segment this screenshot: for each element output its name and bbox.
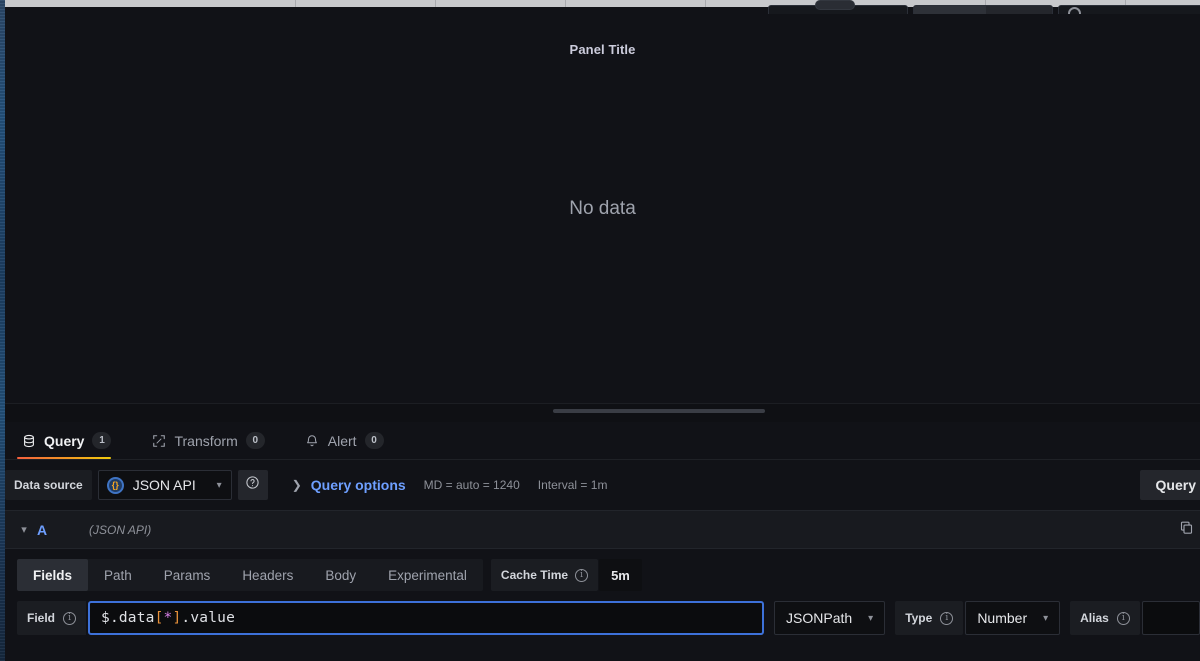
tab-alert-label: Alert (327, 432, 357, 449)
cache-time-label-text: Cache Time (500, 568, 569, 582)
panel-no-data-message: No data (569, 197, 636, 219)
datasource-picker[interactable]: {} JSON API ▾ (97, 470, 232, 500)
field-label-text: Field (27, 611, 56, 625)
chevron-down-icon: ▾ (1043, 612, 1049, 624)
query-tab-fields[interactable]: Fields (17, 559, 89, 591)
bell-icon (305, 433, 320, 448)
query-tab-params[interactable]: Params (148, 559, 227, 591)
cache-time-label: Cache Time i (490, 559, 599, 591)
field-value-suffix: .value (181, 610, 236, 626)
query-ref-id[interactable]: A (37, 522, 71, 538)
field-value-star: * (163, 610, 173, 626)
top-chrome-strip (5, 0, 1200, 14)
field-language-value: JSONPath (786, 610, 853, 626)
query-editor-tab-group: Fields Path Params Headers Body Experime… (17, 559, 483, 591)
json-api-icon: {} (106, 476, 124, 494)
chevron-down-icon: ▾ (216, 479, 222, 491)
cache-time-input[interactable]: 5m (599, 559, 642, 591)
type-label: Type i (895, 601, 964, 635)
tab-query-label: Query (44, 432, 85, 449)
field-type-select[interactable]: Number ▾ (965, 601, 1061, 635)
datasource-help-button[interactable] (237, 470, 268, 500)
query-editor-card: ▾ A (JSON API) Fields Path Params Header… (5, 510, 1200, 661)
info-circle-icon[interactable]: i (63, 611, 77, 625)
field-value-close-bracket: ] (172, 610, 182, 626)
alias-label: Alias i (1070, 601, 1140, 635)
cut-off-toolbar-button-1[interactable] (768, 0, 908, 14)
tab-query[interactable]: Query 1 (17, 422, 125, 459)
info-circle-icon[interactable]: i (940, 611, 954, 625)
field-label: Field i (17, 601, 87, 635)
tab-alert[interactable]: Alert 0 (301, 422, 398, 459)
tab-alert-count: 0 (364, 432, 384, 449)
tab-query-count: 1 (92, 432, 112, 449)
tab-transform[interactable]: Transform 0 (147, 422, 278, 459)
chevron-down-icon: ▾ (868, 612, 874, 624)
datasource-picker-value: JSON API (132, 477, 196, 493)
chevron-down-icon[interactable]: ▾ (11, 523, 37, 536)
app-screen: Panel Title No data Query 1 Transform 0 … (0, 0, 1200, 661)
field-value-prefix: $.data (101, 610, 155, 626)
info-circle-icon[interactable]: i (1116, 611, 1130, 625)
field-config-row: Field i $.data[*] .value JSONPath ▾ Type … (17, 601, 1200, 635)
field-language-select[interactable]: JSONPath ▾ (774, 601, 886, 635)
datasource-label: Data source (5, 470, 92, 500)
cut-off-toolbar-button-3[interactable] (1058, 5, 1200, 14)
panel-preview: Panel Title No data (5, 14, 1200, 404)
datasource-row: Data source {} JSON API ▾ ❯ Query option… (5, 460, 1200, 510)
transform-icon (151, 433, 166, 448)
query-datasource-name: (JSON API) (89, 522, 152, 537)
query-editor-body: Fields Path Params Headers Body Experime… (5, 549, 1200, 635)
bottom-pane-tabs: Query 1 Transform 0 Alert 0 (5, 422, 1200, 460)
field-jsonpath-input[interactable]: $.data[*] .value (88, 601, 765, 635)
tab-transform-label: Transform (174, 432, 238, 449)
panel-resize-handle[interactable] (553, 409, 765, 413)
query-options-label: Query options (310, 477, 406, 493)
query-inspector-button[interactable]: Query (1139, 470, 1200, 500)
tab-transform-count: 0 (245, 432, 265, 449)
chevron-right-icon: ❯ (291, 478, 302, 492)
copy-icon[interactable] (1179, 520, 1194, 540)
alias-label-text: Alias (1080, 611, 1109, 625)
alias-input[interactable] (1141, 601, 1200, 635)
query-tab-body[interactable]: Body (309, 559, 372, 591)
query-options-toggle[interactable]: ❯ Query options (292, 477, 406, 493)
panel-resize-row (5, 404, 1200, 422)
field-type-value: Number (977, 610, 1028, 626)
type-label-text: Type (905, 611, 933, 625)
query-row-header: ▾ A (JSON API) (5, 510, 1200, 549)
help-circle-icon (245, 475, 260, 495)
query-editor-tabbar: Fields Path Params Headers Body Experime… (17, 559, 1200, 591)
database-icon (21, 433, 36, 448)
grafana-panel-editor: Panel Title No data Query 1 Transform 0 … (5, 0, 1200, 661)
max-data-points-text: MD = auto = 1240 (423, 478, 520, 492)
cut-off-toolbar-button-2[interactable] (913, 5, 1053, 14)
field-value-open-bracket: [ (154, 610, 164, 626)
info-circle-icon[interactable]: i (575, 568, 589, 582)
interval-text: Interval = 1m (537, 478, 608, 492)
query-tab-experimental[interactable]: Experimental (372, 559, 483, 591)
query-tab-path[interactable]: Path (88, 559, 148, 591)
query-tab-headers[interactable]: Headers (226, 559, 309, 591)
